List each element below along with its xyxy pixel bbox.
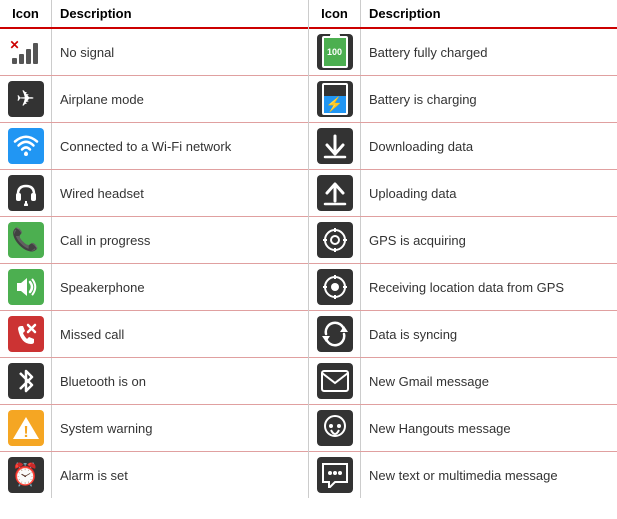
left-icon-header: Icon (0, 0, 52, 27)
icon-gmail (309, 358, 361, 404)
icon-uploading (309, 170, 361, 216)
icon-wired-headset (0, 170, 52, 216)
svg-text:!: ! (23, 424, 28, 441)
row-alarm: ⏰ Alarm is set (0, 452, 308, 498)
icon-warning: ! (0, 405, 52, 451)
row-call-progress: 📞 Call in progress (0, 217, 308, 264)
row-sms: New text or multimedia message (309, 452, 617, 498)
row-gmail: New Gmail message (309, 358, 617, 405)
row-gps-acquiring: GPS is acquiring (309, 217, 617, 264)
row-airplane: ✈ Airplane mode (0, 76, 308, 123)
desc-alarm: Alarm is set (52, 462, 308, 489)
desc-wifi: Connected to a Wi-Fi network (52, 133, 308, 160)
desc-hangouts: New Hangouts message (361, 415, 617, 442)
icon-battery-full: 100 (309, 29, 361, 75)
row-warning: ! System warning (0, 405, 308, 452)
main-container: Icon Description ✕ No signal (0, 0, 617, 498)
icon-missed-call (0, 311, 52, 357)
row-wifi: Connected to a Wi-Fi network (0, 123, 308, 170)
desc-wired-headset: Wired headset (52, 180, 308, 207)
row-wired-headset: Wired headset (0, 170, 308, 217)
desc-gps-acquiring: GPS is acquiring (361, 227, 617, 254)
right-desc-header: Description (361, 0, 617, 27)
row-battery-full: 100 Battery fully charged (309, 29, 617, 76)
row-no-signal: ✕ No signal (0, 29, 308, 76)
desc-battery-full: Battery fully charged (361, 39, 617, 66)
icon-gps-active (309, 264, 361, 310)
desc-battery-charging: Battery is charging (361, 86, 617, 113)
icon-battery-charging: ⚡ (309, 76, 361, 122)
desc-speakerphone: Speakerphone (52, 274, 308, 301)
icon-sms (309, 452, 361, 498)
desc-sms: New text or multimedia message (361, 462, 617, 489)
desc-call-progress: Call in progress (52, 227, 308, 254)
icon-hangouts (309, 405, 361, 451)
desc-missed-call: Missed call (52, 321, 308, 348)
icon-airplane: ✈ (0, 76, 52, 122)
icon-syncing (309, 311, 361, 357)
row-downloading: Downloading data (309, 123, 617, 170)
left-desc-header: Description (52, 0, 308, 27)
icon-alarm: ⏰ (0, 452, 52, 498)
icon-speakerphone (0, 264, 52, 310)
icon-bluetooth (0, 358, 52, 404)
row-uploading: Uploading data (309, 170, 617, 217)
row-bluetooth: Bluetooth is on (0, 358, 308, 405)
right-column: Icon Description 100 Battery fully charg… (309, 0, 617, 498)
desc-no-signal: No signal (52, 39, 308, 66)
desc-syncing: Data is syncing (361, 321, 617, 348)
row-missed-call: Missed call (0, 311, 308, 358)
desc-downloading: Downloading data (361, 133, 617, 160)
desc-warning: System warning (52, 415, 308, 442)
icon-downloading (309, 123, 361, 169)
desc-airplane: Airplane mode (52, 86, 308, 113)
row-battery-charging: ⚡ Battery is charging (309, 76, 617, 123)
right-icon-header: Icon (309, 0, 361, 27)
left-column: Icon Description ✕ No signal (0, 0, 309, 498)
desc-gps-active: Receiving location data from GPS (361, 274, 617, 301)
icon-no-signal: ✕ (0, 29, 52, 75)
desc-bluetooth: Bluetooth is on (52, 368, 308, 395)
row-hangouts: New Hangouts message (309, 405, 617, 452)
icon-call-progress: 📞 (0, 217, 52, 263)
row-gps-active: Receiving location data from GPS (309, 264, 617, 311)
desc-uploading: Uploading data (361, 180, 617, 207)
icon-gps-acquiring (309, 217, 361, 263)
desc-gmail: New Gmail message (361, 368, 617, 395)
row-syncing: Data is syncing (309, 311, 617, 358)
right-header: Icon Description (309, 0, 617, 29)
icon-wifi (0, 123, 52, 169)
row-speakerphone: Speakerphone (0, 264, 308, 311)
left-header: Icon Description (0, 0, 308, 29)
